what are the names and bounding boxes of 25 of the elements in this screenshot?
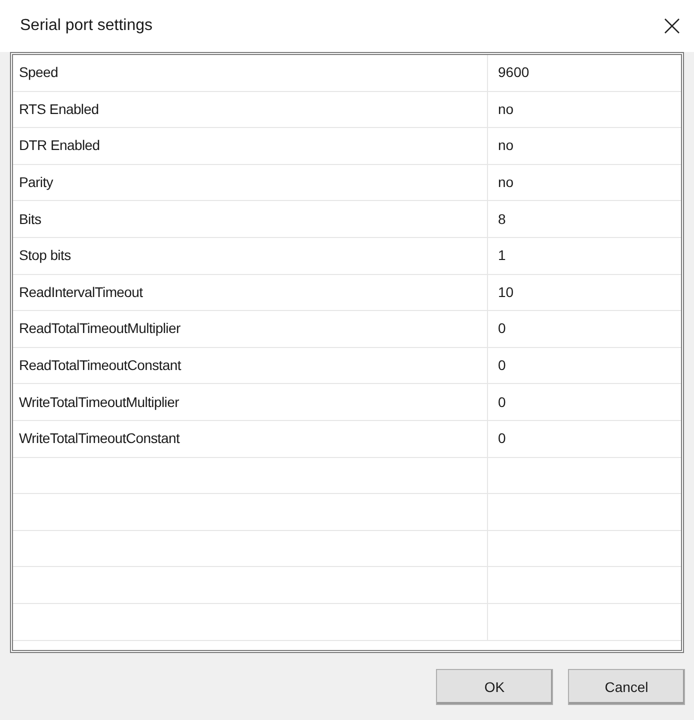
property-value-cell-text: 0 xyxy=(497,429,507,448)
property-value-cell-text: 1 xyxy=(497,246,507,266)
property-value-cell-text: 0 xyxy=(497,319,507,338)
property-name-cell: Bits xyxy=(13,201,488,237)
property-name-cell: ReadIntervalTimeout xyxy=(13,274,488,310)
property-name-cell: ReadTotalTimeoutMultiplier xyxy=(13,311,488,347)
property-name-cell: WriteTotalTimeoutMultiplier xyxy=(13,384,488,420)
cancel-button[interactable]: Cancel xyxy=(568,669,685,705)
property-name-cell: Speed xyxy=(13,55,488,91)
property-name-cell: RTS Enabled xyxy=(13,92,488,128)
property-name-cell: WriteTotalTimeoutConstant xyxy=(13,420,488,457)
property-name-cell: Stop bits xyxy=(13,238,488,274)
window-title: Serial port settings xyxy=(20,16,153,36)
property-value-cell-text: no xyxy=(497,173,515,192)
property-name-cell: ReadTotalTimeoutConstant xyxy=(13,348,488,384)
property-value-cell-text: no xyxy=(497,136,515,156)
property-value-cell-text: 0 xyxy=(497,356,507,376)
ok-button[interactable]: OK xyxy=(436,669,553,705)
property-value-cell-text: 10 xyxy=(497,282,515,302)
property-name-cell: Parity xyxy=(13,164,488,200)
property-value-cell-text: 0 xyxy=(497,392,507,412)
property-value-cell-text: 8 xyxy=(497,210,507,229)
property-value-cell-text: 9600 xyxy=(497,63,530,82)
property-name-cell: DTR Enabled xyxy=(13,128,488,164)
property-value-cell-text: no xyxy=(497,100,515,119)
